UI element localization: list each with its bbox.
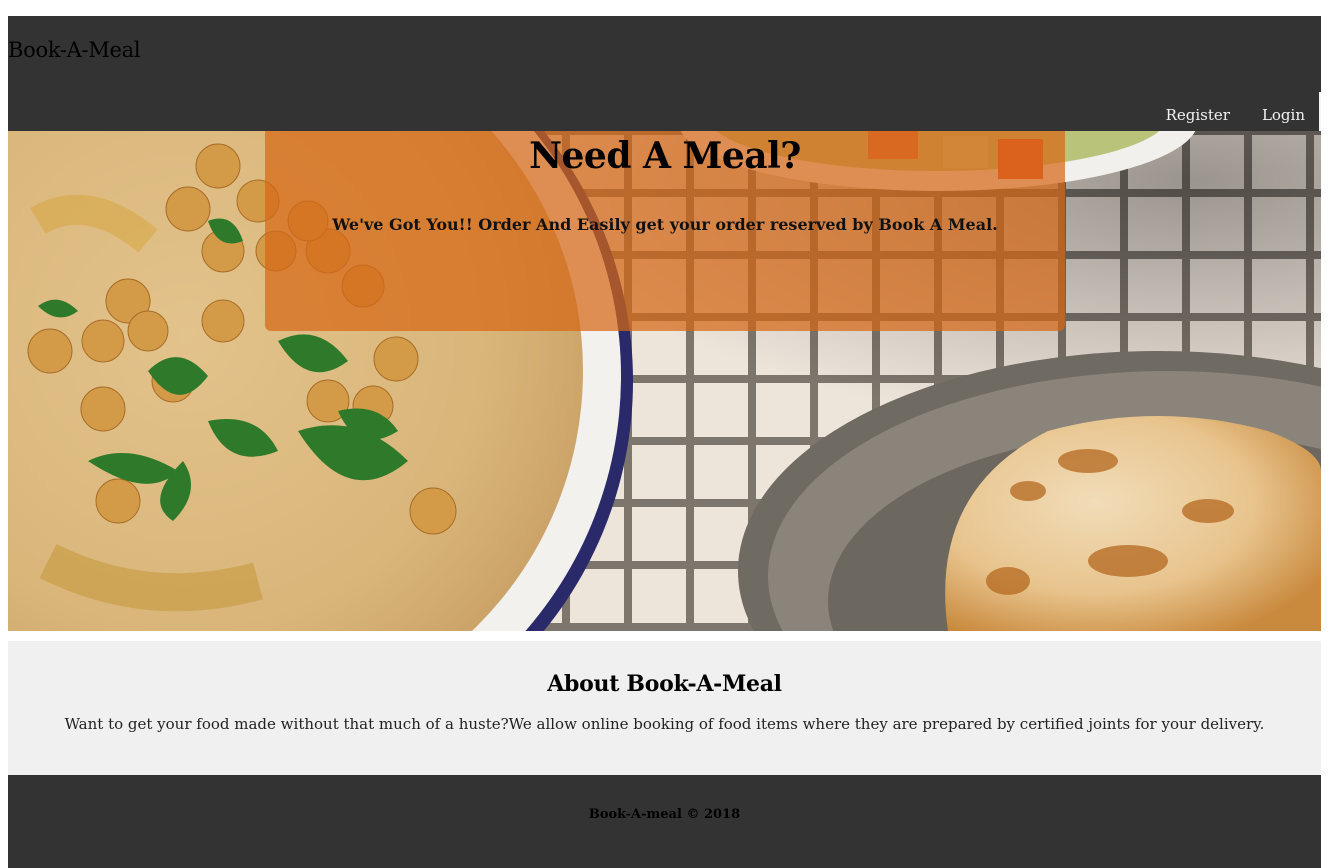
about-title: About Book-A-Meal [547,671,782,697]
hero-title: Need A Meal? [529,135,801,177]
hero-overlay-panel: Need A Meal? We've Got You!! Order And E… [265,131,1065,331]
nav-links: Register Login [1166,106,1305,124]
brand-logo[interactable]: Book-A-Meal [8,38,141,62]
hero-tagline: We've Got You!! Order And Easily get you… [332,215,998,234]
top-navbar: Book-A-Meal Register Login [8,16,1321,142]
about-description: Want to get your food made without that … [64,715,1265,733]
login-link[interactable]: Login [1262,106,1305,124]
register-link[interactable]: Register [1166,106,1230,124]
page-footer: Book-A-meal © 2018 [8,775,1321,868]
footer-copyright: Book-A-meal © 2018 [588,807,741,822]
hero-banner: Need A Meal? We've Got You!! Order And E… [8,131,1321,631]
about-section: About Book-A-Meal Want to get your food … [8,641,1321,775]
